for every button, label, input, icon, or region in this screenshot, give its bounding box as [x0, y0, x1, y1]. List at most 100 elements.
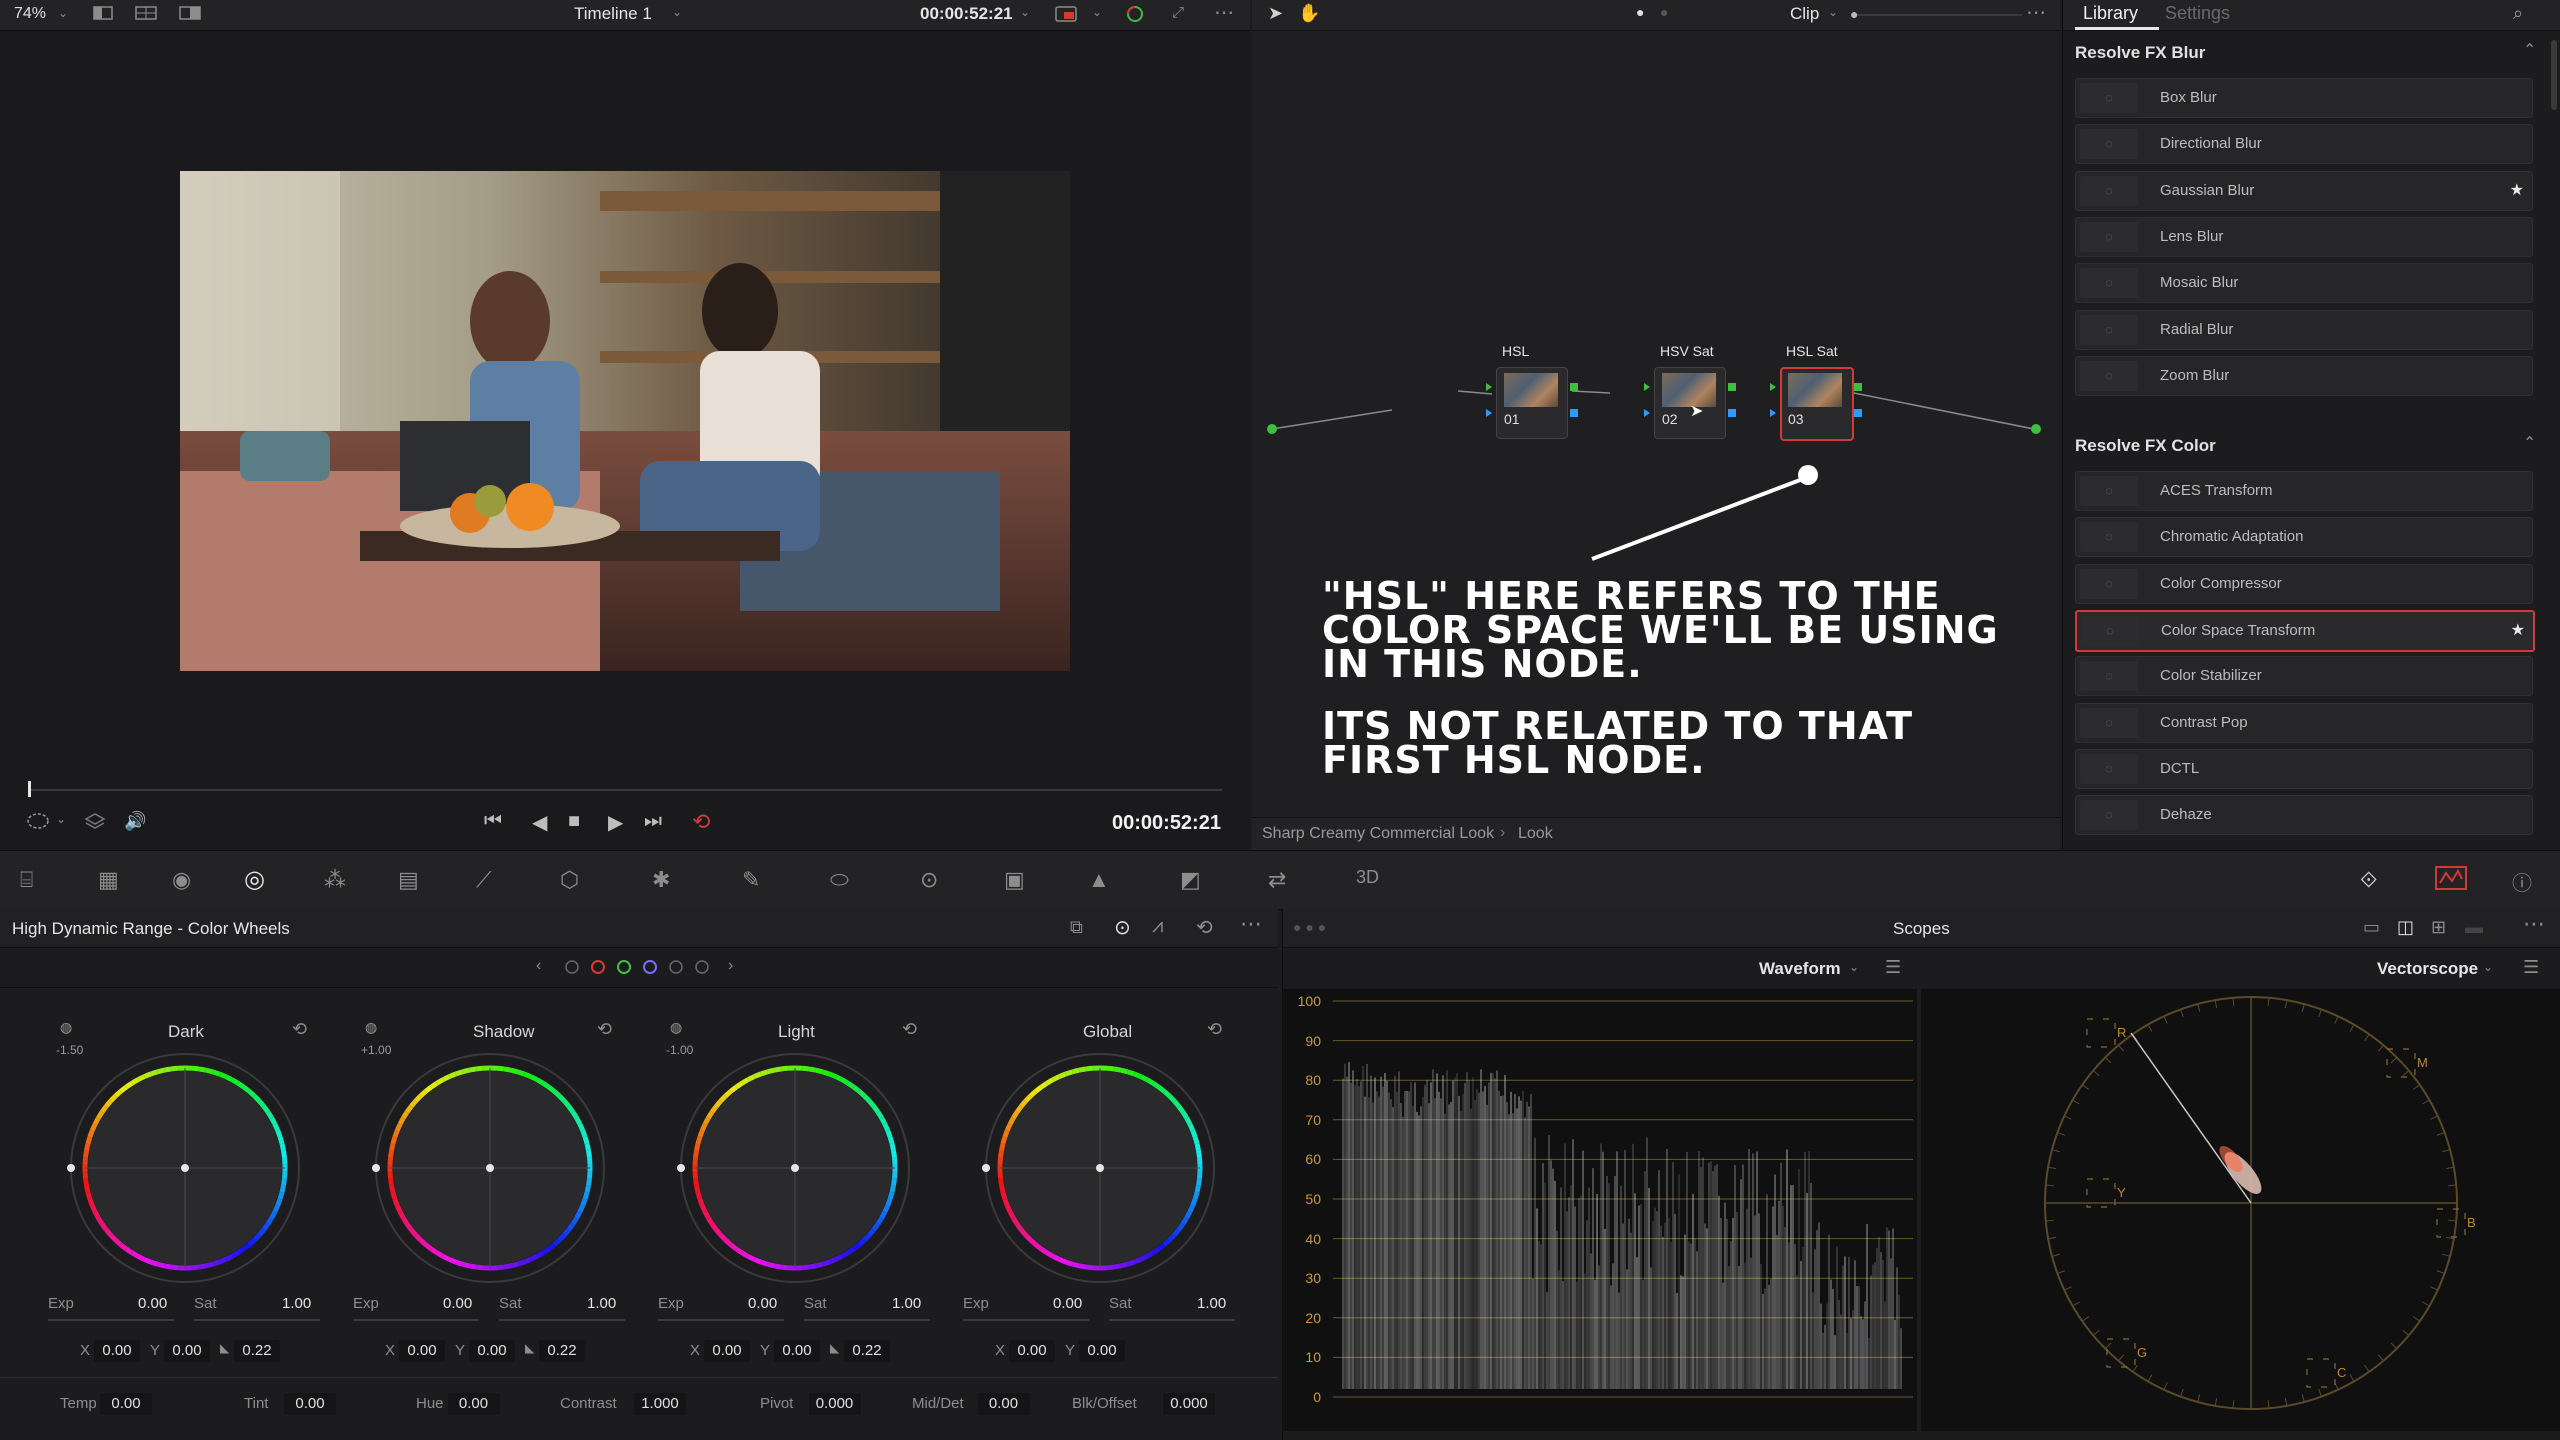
hand-icon[interactable]: ✋: [1298, 3, 1320, 24]
x-value[interactable]: 0.00: [399, 1340, 445, 1362]
stop-icon[interactable]: ■: [568, 810, 580, 833]
sat-slider[interactable]: [499, 1319, 625, 1321]
library-item[interactable]: ◌ Color Stabilizer: [2075, 656, 2533, 697]
param-value[interactable]: 0.000: [1163, 1393, 1215, 1415]
chevron-right-icon[interactable]: ›: [728, 957, 733, 975]
color-warper-icon[interactable]: ⬡: [560, 867, 579, 893]
split-view-icon[interactable]: [178, 5, 202, 21]
magic-mask-icon[interactable]: ▣: [1004, 867, 1025, 893]
loop-icon[interactable]: ⟲: [692, 809, 710, 835]
color-wheel[interactable]: [975, 1043, 1225, 1293]
reset-icon[interactable]: ⟲: [1196, 915, 1213, 940]
library-item[interactable]: ◌ Color Compressor: [2075, 563, 2533, 604]
param-value[interactable]: 0.00: [100, 1393, 152, 1415]
effects-icon[interactable]: [1054, 5, 1078, 23]
reset-icon[interactable]: ⟲: [1207, 1019, 1222, 1040]
param-value[interactable]: 0.00: [284, 1393, 336, 1415]
primaries-icon[interactable]: ◉: [172, 867, 191, 893]
color-sync-icon[interactable]: [1124, 4, 1146, 24]
sat-value[interactable]: 1.00: [282, 1295, 311, 1312]
info-icon[interactable]: ⓘ: [2512, 867, 2532, 896]
layers-icon[interactable]: [84, 812, 106, 830]
library-item[interactable]: ◌ Radial Blur: [2075, 309, 2533, 350]
node-mode-select[interactable]: Clip: [1790, 4, 1819, 24]
scope-settings-icon[interactable]: ☰: [1885, 957, 1901, 978]
library-item[interactable]: ◌ Color Space Transform ★: [2075, 609, 2535, 652]
tab-settings[interactable]: Settings: [2165, 3, 2230, 24]
pointer-icon[interactable]: ➤: [1268, 3, 1283, 24]
node-zoom-slider[interactable]: [1852, 14, 2022, 16]
sat-slider[interactable]: [1109, 1319, 1235, 1321]
waveform-scope[interactable]: 100 90 80 70 60 50 40 30 20 10 0: [1283, 989, 1917, 1431]
video-frame[interactable]: [180, 171, 1070, 671]
favorite-star-icon[interactable]: ★: [2510, 180, 2524, 200]
library-item[interactable]: ◌ ACES Transform: [2075, 471, 2533, 511]
color-wheel[interactable]: [670, 1043, 920, 1293]
sizing-icon[interactable]: ⇄: [1268, 867, 1286, 893]
x-value[interactable]: 0.00: [94, 1340, 140, 1362]
chevron-down-icon[interactable]: ⌄: [1092, 5, 1102, 19]
rgb-mixer-icon[interactable]: ⁂: [324, 867, 346, 893]
zone-dial-icon[interactable]: ◍: [60, 1019, 72, 1036]
motion-effects-icon[interactable]: ▤: [398, 867, 419, 893]
volume-icon[interactable]: 🔊: [124, 811, 146, 832]
sat-slider[interactable]: [804, 1319, 930, 1321]
keyframes-icon[interactable]: ⟐: [2360, 867, 2377, 893]
scrubber-track[interactable]: [28, 789, 1222, 791]
tracker-icon[interactable]: ⊙: [920, 867, 938, 893]
scope-settings-icon[interactable]: ☰: [2523, 957, 2539, 978]
single-view-icon[interactable]: [92, 5, 114, 21]
library-item[interactable]: ◌ Directional Blur: [2075, 124, 2533, 165]
scopes-toggle-icon[interactable]: [2434, 865, 2468, 891]
grid-view-icon[interactable]: [134, 5, 158, 21]
eyedropper-icon[interactable]: ✎: [742, 867, 760, 893]
library-item[interactable]: ◌ Mosaic Blur: [2075, 263, 2533, 304]
chevron-down-icon[interactable]: ⌄: [58, 6, 68, 20]
waveform-select[interactable]: Waveform: [1759, 959, 1841, 979]
qualifier-icon[interactable]: ✱: [652, 867, 670, 893]
fullscreen-icon[interactable]: ⤢: [1172, 4, 1184, 21]
blur-icon[interactable]: ▲: [1088, 867, 1110, 893]
reset-icon[interactable]: ⟲: [597, 1019, 612, 1040]
y-value[interactable]: 0.00: [469, 1340, 515, 1362]
sat-value[interactable]: 1.00: [1197, 1295, 1226, 1312]
favorite-star-icon[interactable]: ★: [2511, 620, 2525, 640]
zone-dial-icon[interactable]: ◍: [670, 1019, 682, 1036]
chevron-down-icon[interactable]: ⌄: [56, 812, 66, 826]
curves-icon[interactable]: ⟋: [476, 867, 491, 893]
exp-slider[interactable]: [963, 1319, 1089, 1321]
window-icon[interactable]: ⬭: [830, 867, 849, 893]
param-value[interactable]: 1.000: [634, 1393, 686, 1415]
library-scrollbar[interactable]: [2551, 40, 2557, 110]
chevron-down-icon[interactable]: ⌄: [2483, 960, 2493, 974]
more-options-icon[interactable]: ⋯: [1240, 911, 1262, 937]
chevron-down-icon[interactable]: ⌄: [1849, 960, 1859, 974]
vectorscope-select[interactable]: Vectorscope: [2377, 959, 2478, 979]
bypass-icon[interactable]: ⧉: [1070, 917, 1083, 938]
layout-quad-icon[interactable]: ⊞: [2431, 917, 2446, 938]
vectorscope[interactable]: R M B C G Y: [1921, 989, 2560, 1431]
library-item[interactable]: ◌ Box Blur: [2075, 78, 2533, 118]
sat-value[interactable]: 1.00: [587, 1295, 616, 1312]
layout-dual-icon[interactable]: ◫: [2397, 917, 2414, 938]
collapse-icon[interactable]: ⌃: [2523, 433, 2536, 453]
tab-library[interactable]: Library: [2083, 3, 2138, 24]
more-options-icon[interactable]: ⋯: [2026, 0, 2046, 25]
exp-value[interactable]: 0.00: [443, 1295, 472, 1312]
go-to-end-icon[interactable]: ⏭: [644, 810, 662, 833]
x-value[interactable]: 0.00: [1009, 1340, 1055, 1362]
viewer-overlay-icon[interactable]: [26, 812, 52, 830]
exp-slider[interactable]: [353, 1319, 479, 1321]
layout-full-icon[interactable]: ▬: [2465, 917, 2483, 938]
collapse-icon[interactable]: ⌃: [2523, 40, 2536, 60]
hdr-icon[interactable]: ◎: [244, 865, 265, 894]
chevron-left-icon[interactable]: ‹: [536, 957, 541, 975]
library-item[interactable]: ◌ Gaussian Blur ★: [2075, 170, 2533, 211]
sat-slider[interactable]: [194, 1319, 320, 1321]
zoom-level[interactable]: 74%: [14, 5, 46, 23]
exp-slider[interactable]: [48, 1319, 174, 1321]
library-item[interactable]: ◌ Dehaze: [2075, 795, 2533, 836]
color-wheel[interactable]: [60, 1043, 310, 1293]
play-reverse-icon[interactable]: ◀: [532, 810, 547, 835]
exp-value[interactable]: 0.00: [748, 1295, 777, 1312]
